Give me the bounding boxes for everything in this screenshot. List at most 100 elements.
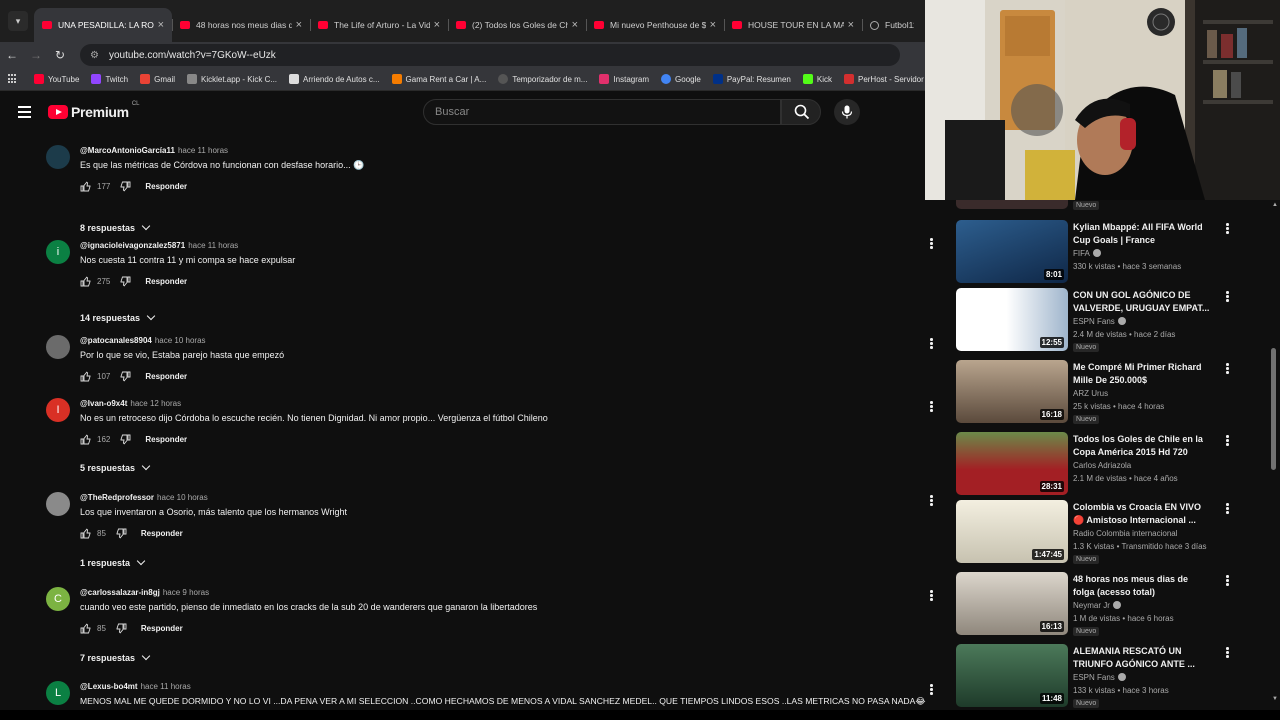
channel-name[interactable]: ESPN Fans	[1073, 673, 1126, 682]
comment-author[interactable]: @patocanales8904	[80, 336, 152, 345]
more-actions-icon[interactable]	[1226, 647, 1230, 659]
comment-time[interactable]: hace 10 horas	[157, 493, 208, 502]
reply-button[interactable]: Responder	[145, 277, 187, 286]
more-actions-icon[interactable]	[1226, 291, 1230, 303]
comment-time[interactable]: hace 9 horas	[163, 588, 209, 597]
scroll-up-arrow-icon[interactable]: ▲	[1272, 202, 1278, 208]
browser-tab[interactable]: (2) Todos los Goles de Chi ×	[448, 8, 586, 42]
youtube-premium-logo[interactable]: Premium CL	[48, 101, 139, 120]
more-actions-icon[interactable]	[1226, 435, 1230, 447]
browser-tab[interactable]: 48 horas nos meus dias d ×	[172, 8, 310, 42]
video-title[interactable]: Me Compré Mi Primer Richard Mille De 250…	[1073, 361, 1211, 387]
show-replies-button[interactable]: 8 respuestas	[80, 221, 151, 233]
recommended-video[interactable]: 16:18 Me Compré Mi Primer Richard Mille …	[956, 360, 1276, 424]
channel-name[interactable]: Carlos Adriazola	[1073, 461, 1131, 470]
more-actions-icon[interactable]	[930, 684, 934, 696]
thumbs-down-icon[interactable]	[120, 434, 131, 445]
comment-time[interactable]: hace 10 horas	[155, 336, 206, 345]
search-input[interactable]: Buscar	[423, 99, 781, 125]
more-actions-icon[interactable]	[930, 338, 934, 350]
channel-name[interactable]: Radio Colombia internacional	[1073, 529, 1178, 538]
video-thumbnail[interactable]: 16:18	[956, 360, 1068, 423]
more-actions-icon[interactable]	[1226, 503, 1230, 515]
recommended-video-partial[interactable]: Nuevo	[956, 200, 1276, 210]
thumbs-up-icon[interactable]	[80, 623, 91, 634]
menu-icon[interactable]	[18, 106, 31, 121]
recommended-video[interactable]: 8:01 Kylian Mbappé: All FIFA World Cup G…	[956, 220, 1276, 284]
back-arrow-icon[interactable]: ←	[0, 48, 24, 62]
more-actions-icon[interactable]	[930, 495, 934, 507]
comment-author[interactable]: @carlossalazar-in8gj	[80, 588, 160, 597]
recommended-video[interactable]: 11:48 ALEMANIA RESCATÓ UN TRIUNFO AGÓNIC…	[956, 644, 1276, 708]
site-info-icon[interactable]: ⚙	[90, 50, 99, 61]
show-replies-button[interactable]: 14 respuestas	[80, 311, 156, 323]
comment-author[interactable]: @Lexus-bo4mt	[80, 682, 138, 691]
more-actions-icon[interactable]	[930, 590, 934, 602]
close-tab-icon[interactable]: ×	[572, 19, 578, 31]
thumbs-down-icon[interactable]	[120, 276, 131, 287]
bookmark[interactable]: PerHost - Servidor I...	[843, 74, 925, 84]
search-button[interactable]	[781, 99, 821, 125]
video-thumbnail[interactable]: 16:13	[956, 572, 1068, 635]
show-replies-button[interactable]: 1 respuesta	[80, 556, 146, 568]
thumbs-down-icon[interactable]	[116, 623, 127, 634]
comment-author[interactable]: @TheRedprofessor	[80, 493, 154, 502]
show-replies-button[interactable]: 5 respuestas	[80, 461, 151, 473]
reload-icon[interactable]: ↻	[48, 48, 72, 62]
browser-tab[interactable]: The Life of Arturo - La Vid ×	[310, 8, 448, 42]
reply-button[interactable]: Responder	[141, 624, 183, 633]
video-thumbnail[interactable]: 8:01	[956, 220, 1068, 283]
recommended-video[interactable]: 28:31 Todos los Goles de Chile en la Cop…	[956, 432, 1276, 496]
comment-time[interactable]: hace 11 horas	[188, 241, 238, 250]
video-thumbnail[interactable]: 12:55	[956, 288, 1068, 351]
avatar[interactable]: C	[46, 587, 70, 611]
video-title[interactable]: Colombia vs Croacia EN VIVO 🔴 Amistoso I…	[1073, 501, 1211, 527]
avatar[interactable]: L	[46, 681, 70, 705]
bookmark[interactable]: Gmail	[140, 74, 175, 84]
thumbs-down-icon[interactable]	[120, 371, 131, 382]
bookmark[interactable]: Twitch	[91, 74, 128, 84]
channel-name[interactable]: Neymar Jr	[1073, 601, 1121, 610]
avatar[interactable]	[46, 335, 70, 359]
comment-time[interactable]: hace 11 horas	[178, 146, 228, 155]
more-actions-icon[interactable]	[1226, 223, 1230, 235]
close-tab-icon[interactable]: ×	[296, 19, 302, 31]
comment-author[interactable]: @Ivan-o9x4t	[80, 399, 127, 408]
more-actions-icon[interactable]	[1226, 575, 1230, 587]
apps-grid-icon[interactable]	[8, 74, 16, 84]
reply-button[interactable]: Responder	[145, 372, 187, 381]
thumbs-up-icon[interactable]	[80, 434, 91, 445]
close-tab-icon[interactable]: ×	[158, 19, 164, 31]
bookmark[interactable]: Arriendo de Autos c...	[289, 74, 380, 84]
video-title[interactable]: 48 horas nos meus dias de folga (acesso …	[1073, 573, 1211, 599]
video-title[interactable]: Kylian Mbappé: All FIFA World Cup Goals …	[1073, 221, 1211, 247]
bookmark[interactable]: Kicklet.app - Kick C...	[187, 74, 277, 84]
scroll-down-arrow-icon[interactable]: ▼	[1272, 696, 1278, 702]
forward-arrow-icon[interactable]: →	[24, 48, 48, 62]
browser-tab[interactable]: UNA PESADILLA: LA ROJA ×	[34, 8, 172, 42]
avatar[interactable]: i	[46, 240, 70, 264]
tab-search-chevron-icon[interactable]: ▾	[8, 11, 28, 31]
bookmark[interactable]: YouTube	[34, 74, 79, 84]
bookmark[interactable]: Temporizador de m...	[498, 74, 587, 84]
comment-time[interactable]: hace 12 horas	[130, 399, 181, 408]
channel-name[interactable]: ARZ Urus	[1073, 389, 1108, 398]
video-thumbnail[interactable]: 1:47:45	[956, 500, 1068, 563]
bookmark[interactable]: Gama Rent a Car | A...	[391, 74, 486, 84]
browser-tab[interactable]: Futbol11 - Pa	[862, 8, 922, 42]
voice-search-button[interactable]	[834, 99, 860, 125]
thumbs-up-icon[interactable]	[80, 276, 91, 287]
bookmark[interactable]: Google	[661, 74, 701, 84]
thumbs-down-icon[interactable]	[120, 181, 131, 192]
video-thumbnail[interactable]: 28:31	[956, 432, 1068, 495]
browser-tab[interactable]: HOUSE TOUR EN LA MAN ×	[724, 8, 862, 42]
thumbs-up-icon[interactable]	[80, 371, 91, 382]
recommended-video[interactable]: 16:13 48 horas nos meus dias de folga (a…	[956, 572, 1276, 636]
url-field[interactable]: ⚙ youtube.com/watch?v=7GKoW--eUzk	[80, 44, 900, 66]
page-scrollbar[interactable]	[1271, 348, 1276, 470]
bookmark[interactable]: Instagram	[599, 74, 649, 84]
thumbs-up-icon[interactable]	[80, 181, 91, 192]
close-tab-icon[interactable]: ×	[434, 19, 440, 31]
video-thumbnail[interactable]	[956, 200, 1068, 209]
more-actions-icon[interactable]	[930, 401, 934, 413]
